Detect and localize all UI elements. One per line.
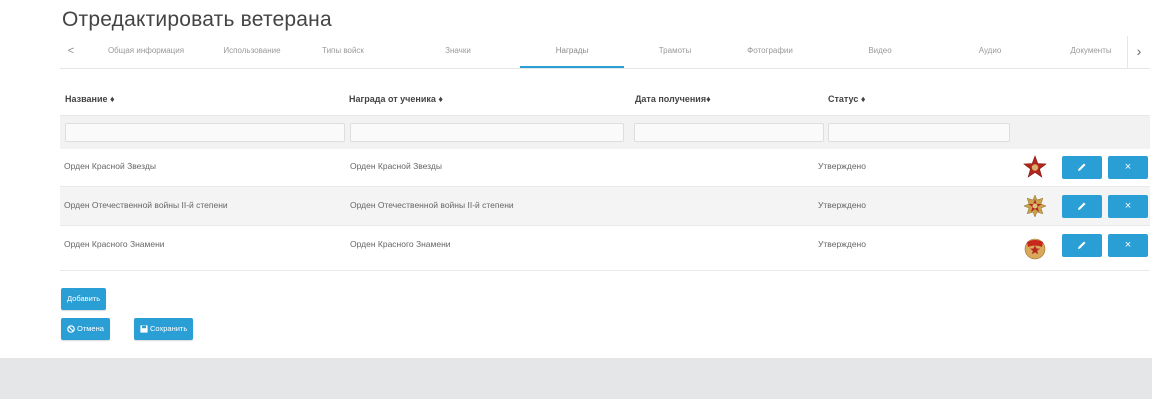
award-name: Орден Красной Звезды	[64, 161, 156, 171]
add-button[interactable]: Добавить	[61, 288, 107, 310]
student-award: Орден Красной Звезды	[350, 161, 442, 171]
tab-video[interactable]: Видео	[850, 36, 910, 67]
name-filter-input[interactable]	[65, 123, 345, 142]
patriotic-war-order-icon	[1023, 194, 1047, 218]
award-name: Орден Красного Знамени	[64, 239, 165, 249]
delete-button[interactable]: ×	[1108, 195, 1148, 218]
tab-audio[interactable]: Аудио	[960, 36, 1020, 67]
floppy-disk-icon	[140, 325, 148, 333]
table-row: Орден Красного Знамени Орден Красного Зн…	[60, 226, 1150, 271]
cancel-button[interactable]: Отмена	[61, 318, 110, 340]
status-filter-input[interactable]	[828, 123, 1010, 142]
tab-awards[interactable]: Награды	[520, 36, 624, 68]
column-header-student-award[interactable]: Награда от ученика ♦	[349, 94, 443, 104]
ban-icon	[67, 325, 75, 333]
footer-band	[0, 358, 1152, 399]
edit-button[interactable]	[1062, 156, 1102, 179]
red-banner-order-icon	[1024, 238, 1046, 260]
date-filter-input[interactable]	[634, 123, 824, 142]
save-button[interactable]: Сохранить	[134, 318, 194, 340]
status-text: Утверждено	[818, 239, 866, 249]
tab-bar: < Общая информация Использование Типы во…	[60, 36, 1150, 69]
tab-usage[interactable]: Использование	[208, 36, 296, 67]
tab-badges[interactable]: Значки	[428, 36, 488, 67]
close-icon: ×	[1124, 200, 1132, 212]
status-text: Утверждено	[818, 161, 866, 171]
student-award-filter-input[interactable]	[350, 123, 624, 142]
tab-photos[interactable]: Фотографии	[730, 36, 810, 67]
tab-certificates[interactable]: Трамоты	[640, 36, 710, 67]
close-icon: ×	[1124, 161, 1132, 173]
tab-troop-types[interactable]: Типы войск	[308, 36, 378, 67]
red-star-medal-icon	[1023, 155, 1047, 178]
tab-documents[interactable]: Документы	[1056, 36, 1126, 67]
award-name: Орден Отечественной войны II-й степени	[64, 200, 228, 210]
close-icon: ×	[1124, 239, 1132, 251]
tab-general[interactable]: Общая информация	[86, 36, 206, 67]
table-row: Орден Отечественной войны II-й степени О…	[60, 187, 1150, 226]
pencil-icon	[1078, 241, 1086, 249]
save-label: Сохранить	[150, 324, 188, 333]
student-award: Орден Красного Знамени	[350, 239, 451, 249]
delete-button[interactable]: ×	[1108, 156, 1148, 179]
edit-button[interactable]	[1062, 234, 1102, 257]
pencil-icon	[1078, 202, 1086, 210]
filter-row	[60, 115, 1150, 149]
cancel-label: Отмена	[77, 324, 104, 333]
page-title: Отредактировать ветерана	[62, 8, 332, 31]
student-award: Орден Отечественной войны II-й степени	[350, 200, 514, 210]
status-text: Утверждено	[818, 200, 866, 210]
pencil-icon	[1078, 163, 1086, 171]
column-header-date[interactable]: Дата получения♦	[635, 94, 711, 104]
chevron-left-icon[interactable]: <	[60, 36, 82, 68]
delete-button[interactable]: ×	[1108, 234, 1148, 257]
table-row: Орден Красной Звезды Орден Красной Звезд…	[60, 148, 1150, 187]
column-header-status[interactable]: Статус ♦	[828, 94, 865, 104]
edit-button[interactable]	[1062, 195, 1102, 218]
chevron-right-icon[interactable]: ›	[1127, 36, 1150, 68]
column-header-name[interactable]: Название ♦	[65, 94, 115, 104]
